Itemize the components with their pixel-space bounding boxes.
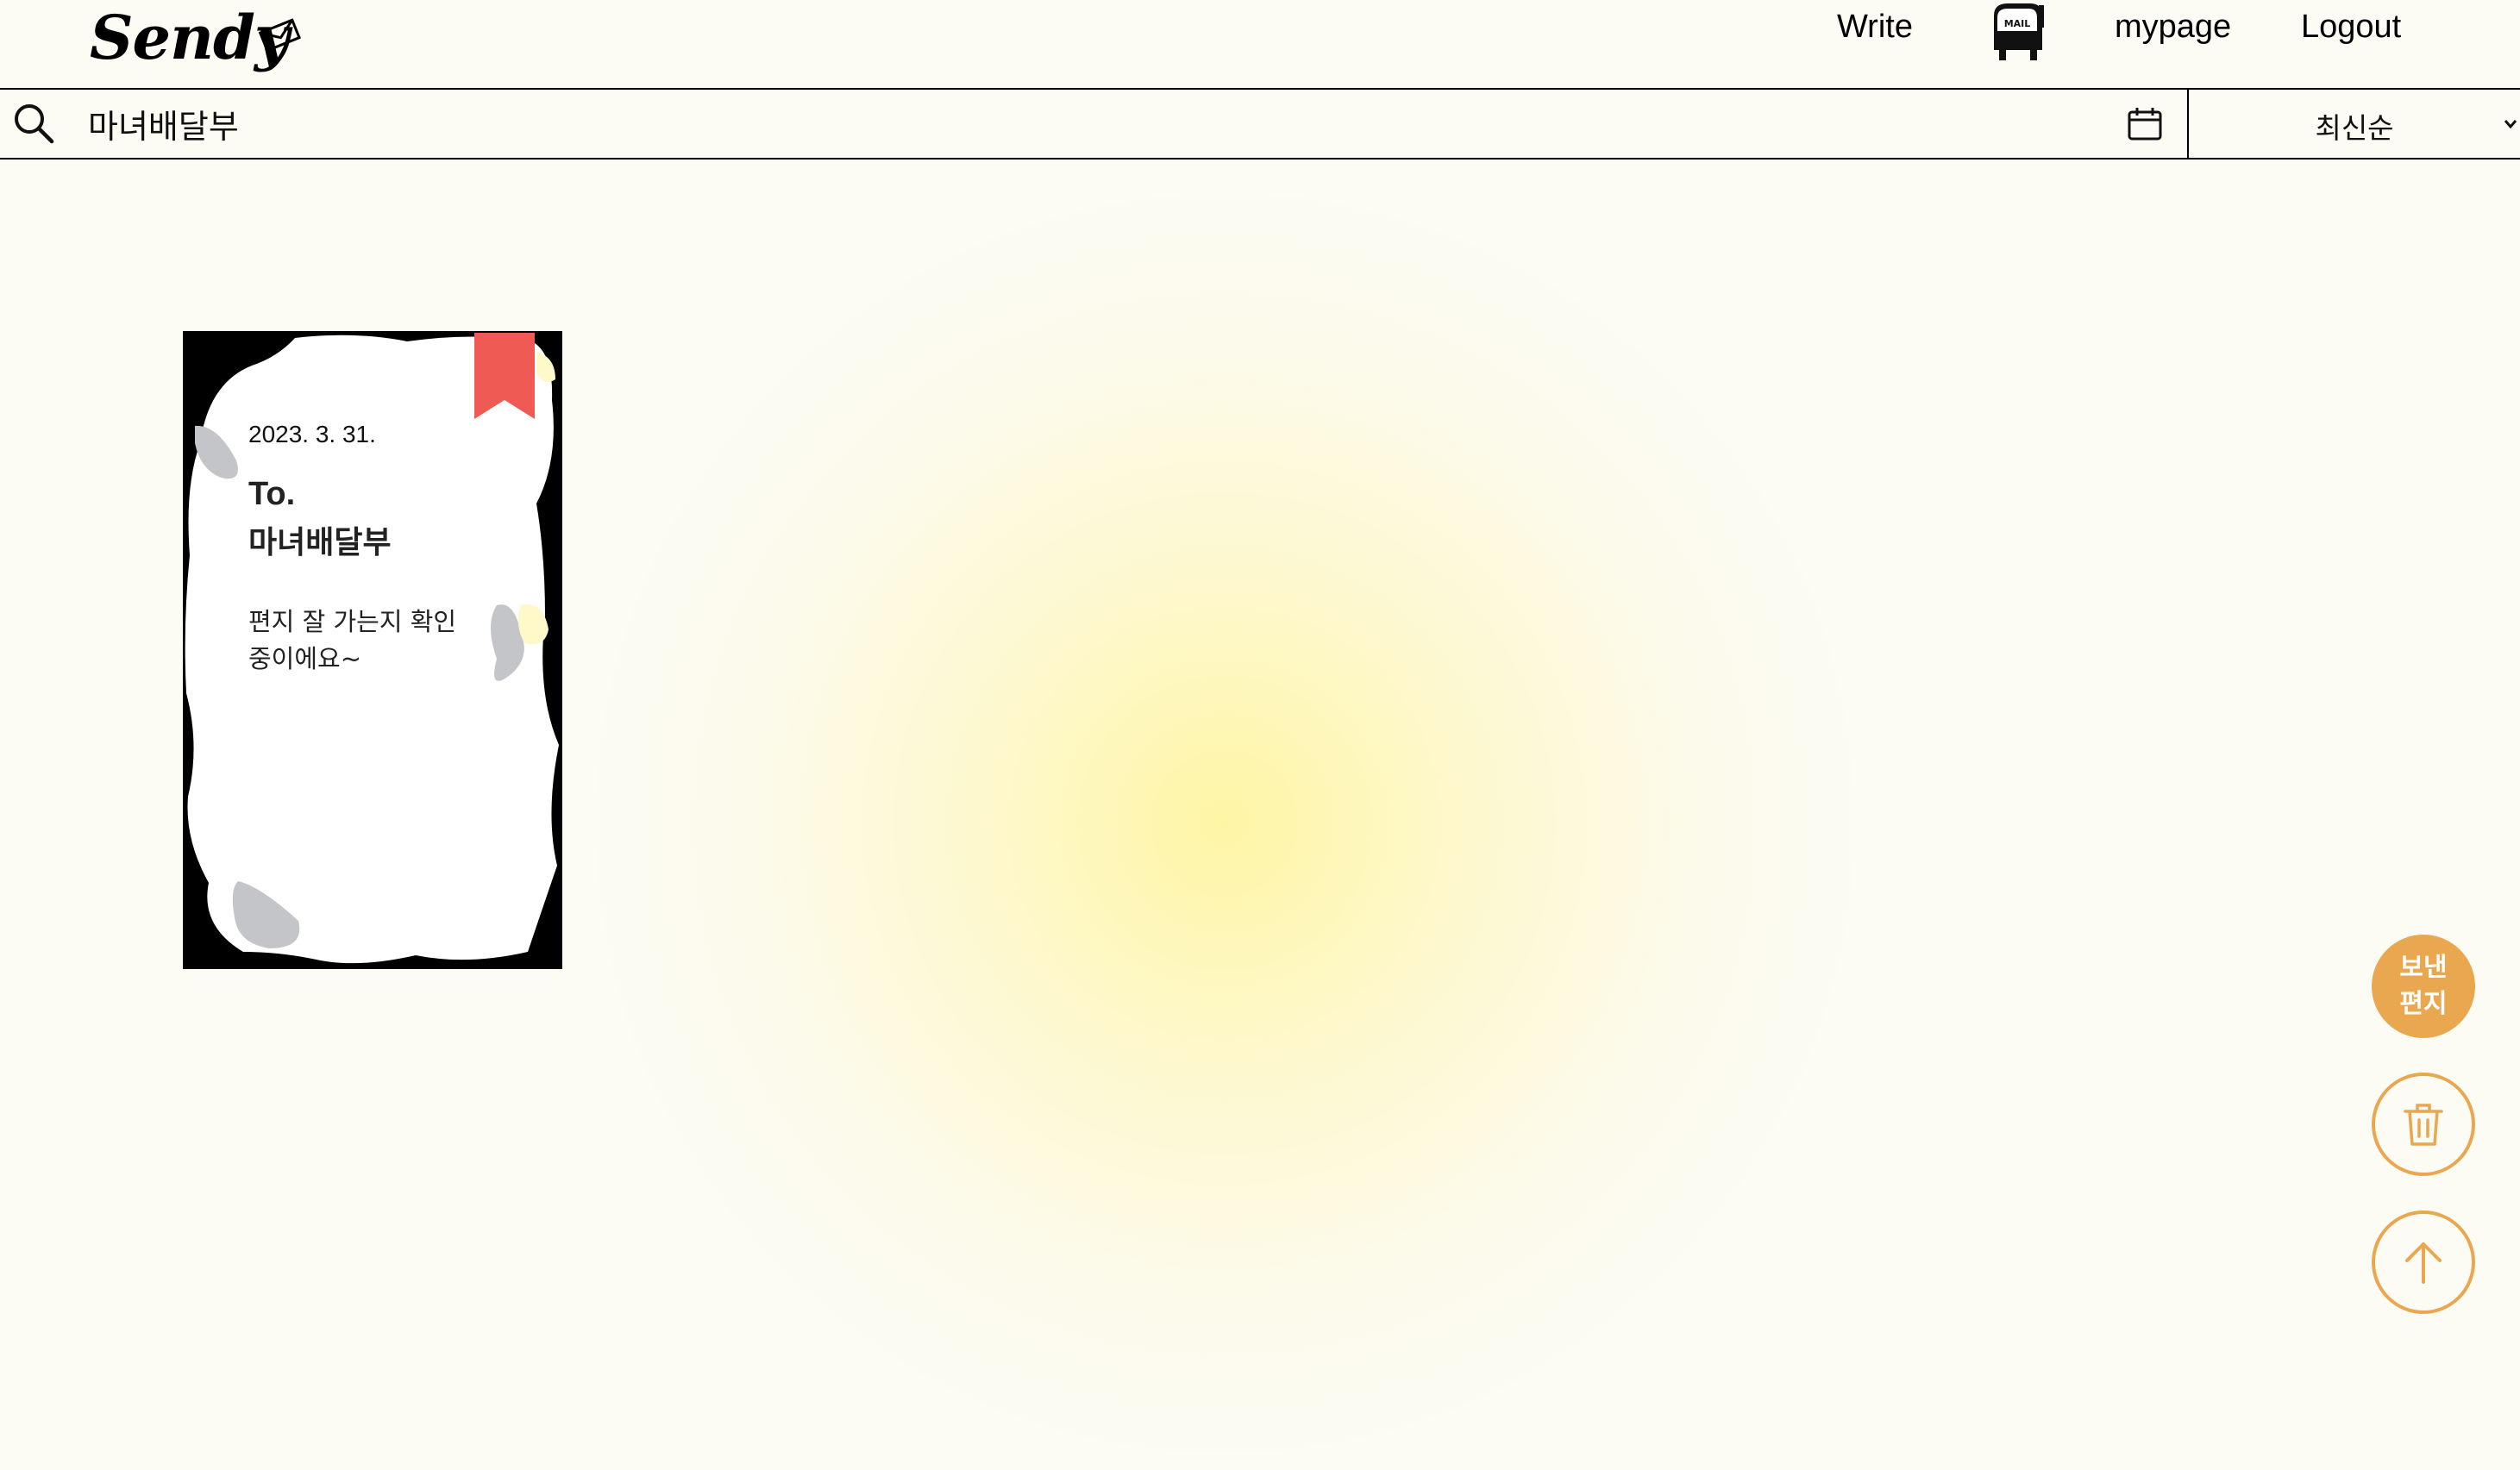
sort-select[interactable]: 최신순 xyxy=(2189,90,2520,158)
sent-letters-label-line1: 보낸 xyxy=(2399,953,2448,983)
scroll-top-button[interactable] xyxy=(2372,1210,2475,1314)
mailbox-icon[interactable]: MAIL xyxy=(1985,0,2047,66)
nav-mypage[interactable]: mypage xyxy=(2115,9,2231,46)
letter-recipient: 마녀배달부 xyxy=(248,525,392,560)
trash-button[interactable] xyxy=(2372,1073,2475,1176)
search-bar: 최신순 xyxy=(0,88,2520,160)
sent-letters-button[interactable]: 보낸 편지 xyxy=(2372,935,2475,1038)
letter-body-line: 중이에요~ xyxy=(248,644,362,673)
background-glow xyxy=(578,177,1871,1470)
nav-write[interactable]: Write xyxy=(1837,9,1913,46)
letter-card[interactable]: 2023. 3. 31. To. 마녀배달부 편지 잘 가는지 확인 중이에요~ xyxy=(183,331,562,969)
letter-body: 편지 잘 가는지 확인 중이에요~ xyxy=(248,604,498,678)
trash-icon xyxy=(2404,1104,2443,1146)
nav-logout[interactable]: Logout xyxy=(2301,9,2401,46)
sent-letters-label-line2: 편지 xyxy=(2399,989,2448,1019)
svg-text:MAIL: MAIL xyxy=(2004,18,2031,29)
sort-selected-label: 최신순 xyxy=(2315,111,2394,145)
letter-to-label: To. xyxy=(248,476,296,512)
envelope-icon xyxy=(257,16,302,57)
chevron-down-icon xyxy=(2503,117,2518,134)
search-input[interactable] xyxy=(86,100,2099,147)
calendar-icon[interactable] xyxy=(2127,107,2163,145)
letter-body-line: 편지 잘 가는지 확인 xyxy=(248,607,457,636)
search-icon[interactable] xyxy=(12,102,55,148)
arrow-up-icon xyxy=(2405,1242,2442,1284)
header: Sendy Write MAIL mypage Logout xyxy=(0,0,2520,88)
sent-letters-label: 보낸 편지 xyxy=(2372,950,2475,1023)
letter-date: 2023. 3. 31. xyxy=(248,421,376,447)
